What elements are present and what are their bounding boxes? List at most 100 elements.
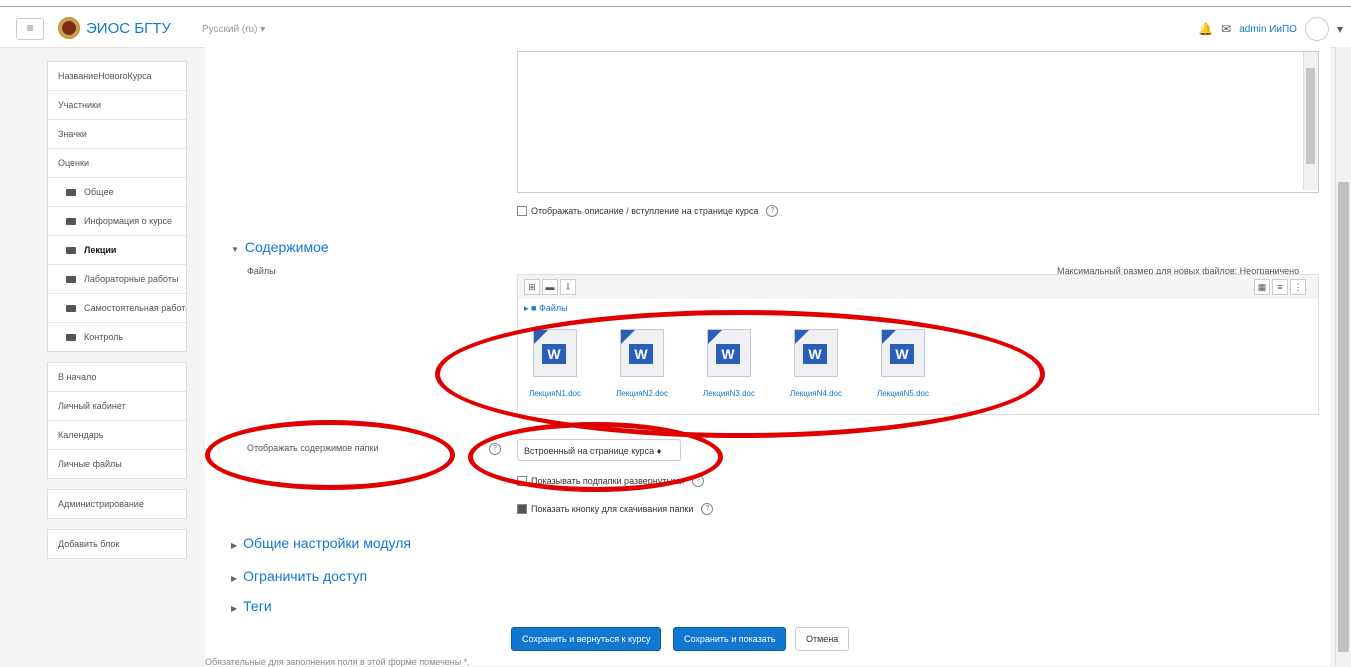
help-icon[interactable]: ?: [701, 503, 714, 515]
chevron-down-icon[interactable]: ▾: [1337, 22, 1343, 36]
sidebar-item-add-block[interactable]: Добавить блок: [48, 530, 186, 558]
section-common[interactable]: ▶ Общие настройки модуля: [231, 535, 411, 551]
view-icons-icon[interactable]: ▦: [1254, 279, 1270, 295]
breadcrumb[interactable]: ▸ ■ Файлы: [524, 303, 568, 314]
sidebar-item[interactable]: Личный кабинет: [48, 392, 186, 421]
sidebar-item[interactable]: Общее: [48, 178, 186, 207]
folder-icon: [66, 305, 76, 313]
sidebar-item-admin[interactable]: Администрирование: [48, 490, 186, 518]
word-logo-icon: W: [629, 344, 653, 364]
folder-icon: [66, 334, 76, 342]
section-restrict[interactable]: ▶ Ограничить доступ: [231, 568, 367, 584]
save-show-button[interactable]: Сохранить и показать: [673, 627, 787, 651]
expand-subfolders-label: Показывать подпапки развернутыми: [531, 476, 685, 486]
sidebar-item[interactable]: Самостоятельная работа: [48, 294, 186, 323]
sidebar-item-label: Значки: [58, 129, 87, 139]
sidebar-item[interactable]: НазваниеНовогоКурса: [48, 62, 186, 91]
sidebar-item[interactable]: Значки: [48, 120, 186, 149]
show-download-checkbox[interactable]: [517, 504, 527, 514]
expand-subfolders-checkbox[interactable]: [517, 476, 527, 486]
folder-icon: [66, 218, 76, 226]
sidebar-item[interactable]: Лекции: [48, 236, 186, 265]
view-list-icon[interactable]: ≡: [1272, 279, 1288, 295]
section-tags-title: Теги: [243, 598, 272, 614]
sidebar-item-label: Оценки: [58, 158, 89, 168]
files-label: Файлы: [247, 266, 276, 276]
save-return-button[interactable]: Сохранить и вернуться к курсу: [511, 627, 662, 651]
sidebar-item[interactable]: Информация о курсе: [48, 207, 186, 236]
show-description-checkbox[interactable]: [517, 206, 527, 216]
show-download-label: Показать кнопку для скачивания папки: [531, 504, 694, 514]
sidebar-item[interactable]: Календарь: [48, 421, 186, 450]
textarea-scrollbar[interactable]: [1303, 52, 1318, 190]
bell-icon[interactable]: 🔔: [1198, 22, 1213, 36]
download-icon[interactable]: ⇩: [560, 279, 576, 295]
file-item[interactable]: W ЛекцияN3.doc: [698, 329, 760, 398]
university-logo[interactable]: [58, 17, 80, 39]
top-edge: [0, 0, 1351, 7]
file-item[interactable]: W ЛекцияN1.doc: [524, 329, 586, 398]
word-logo-icon: W: [803, 344, 827, 364]
file-item[interactable]: W ЛекцияN5.doc: [872, 329, 934, 398]
show-description-label: Отображать описание / вступление на стра…: [531, 206, 759, 216]
filemanager-toolbar: ⊞ ▬ ⇩ ▦ ≡ ⋮: [517, 274, 1319, 300]
display-content-label: Отображать содержимое папки: [247, 443, 379, 453]
caret-right-icon: ▶: [231, 604, 238, 613]
course-nav-block: НазваниеНовогоКурса Участники Значки Оценки…: [47, 61, 187, 352]
section-content[interactable]: ▼ Содержимое: [231, 239, 329, 255]
description-textarea[interactable]: [517, 51, 1319, 193]
user-nav: 🔔 ✉ admin ИиПО ▾: [1198, 17, 1343, 41]
sidebar-item-label: Информация о курсе: [84, 216, 173, 226]
word-document-icon: W: [620, 329, 664, 377]
filemanager-area: ▸ ■ Файлы W ЛекцияN1.doc W ЛекцияN2.doc W Лек…: [517, 299, 1319, 415]
help-icon[interactable]: ?: [692, 475, 705, 487]
file-name[interactable]: ЛекцияN3.doc: [698, 389, 760, 398]
file-name[interactable]: ЛекцияN5.doc: [872, 389, 934, 398]
hamburger-icon: ≡: [26, 21, 34, 35]
sidebar-item[interactable]: Участники: [48, 91, 186, 120]
view-tree-icon[interactable]: ⋮: [1290, 279, 1306, 295]
sidebar-item[interactable]: Оценки: [48, 149, 186, 178]
cancel-button[interactable]: Отмена: [795, 627, 850, 651]
menu-toggle-button[interactable]: ≡: [16, 18, 44, 40]
breadcrumb-label: Файлы: [538, 303, 568, 313]
file-name[interactable]: ЛекцияN1.doc: [524, 389, 586, 398]
sidebar-item-label: Участники: [58, 100, 101, 110]
folder-icon: [66, 247, 76, 255]
textarea-scroll-thumb[interactable]: [1306, 68, 1315, 164]
section-tags[interactable]: ▶ Теги: [231, 598, 272, 614]
section-common-title: Общие настройки модуля: [243, 535, 411, 551]
avatar[interactable]: [1304, 17, 1329, 41]
message-icon[interactable]: ✉: [1221, 22, 1231, 36]
expand-subfolders-row: Показывать подпапки развернутыми ?: [517, 475, 705, 487]
navbar: ≡ ЭИОС БГТУ Русский (ru) ▾ 🔔 ✉ admin ИиП…: [0, 7, 1351, 48]
page-scrollbar[interactable]: [1335, 47, 1351, 666]
caret-right-icon: ▶: [231, 541, 238, 550]
file-item[interactable]: W ЛекцияN4.doc: [785, 329, 847, 398]
sidebar-item[interactable]: Контроль: [48, 323, 186, 351]
help-icon[interactable]: ?: [766, 205, 779, 217]
sidebar: НазваниеНовогоКурса Участники Значки Оценки…: [47, 61, 187, 569]
create-folder-icon[interactable]: ▬: [542, 279, 558, 295]
word-document-icon: W: [533, 329, 577, 377]
language-menu[interactable]: Русский (ru) ▾: [202, 24, 265, 35]
user-name[interactable]: admin ИиПО: [1239, 24, 1297, 35]
sidebar-item-label: Общее: [84, 187, 114, 197]
add-file-icon[interactable]: ⊞: [524, 279, 540, 295]
page-scroll-thumb[interactable]: [1338, 182, 1349, 652]
sidebar-item[interactable]: В начало: [48, 363, 186, 392]
sidebar-item[interactable]: Личные файлы: [48, 450, 186, 478]
show-description-row: Отображать описание / вступление на стра…: [517, 205, 779, 217]
file-name[interactable]: ЛекцияN2.doc: [611, 389, 673, 398]
show-download-row: Показать кнопку для скачивания папки ?: [517, 503, 714, 515]
section-restrict-title: Ограничить доступ: [243, 568, 368, 584]
help-icon[interactable]: ?: [489, 443, 501, 455]
site-brand[interactable]: ЭИОС БГТУ: [86, 20, 171, 37]
section-content-title: Содержимое: [244, 239, 329, 255]
sidebar-item[interactable]: Лабораторные работы: [48, 265, 186, 294]
word-document-icon: W: [794, 329, 838, 377]
word-logo-icon: W: [890, 344, 914, 364]
file-name[interactable]: ЛекцияN4.doc: [785, 389, 847, 398]
file-item[interactable]: W ЛекцияN2.doc: [611, 329, 673, 398]
display-content-select[interactable]: Встроенный на странице курса ♦: [517, 439, 681, 461]
